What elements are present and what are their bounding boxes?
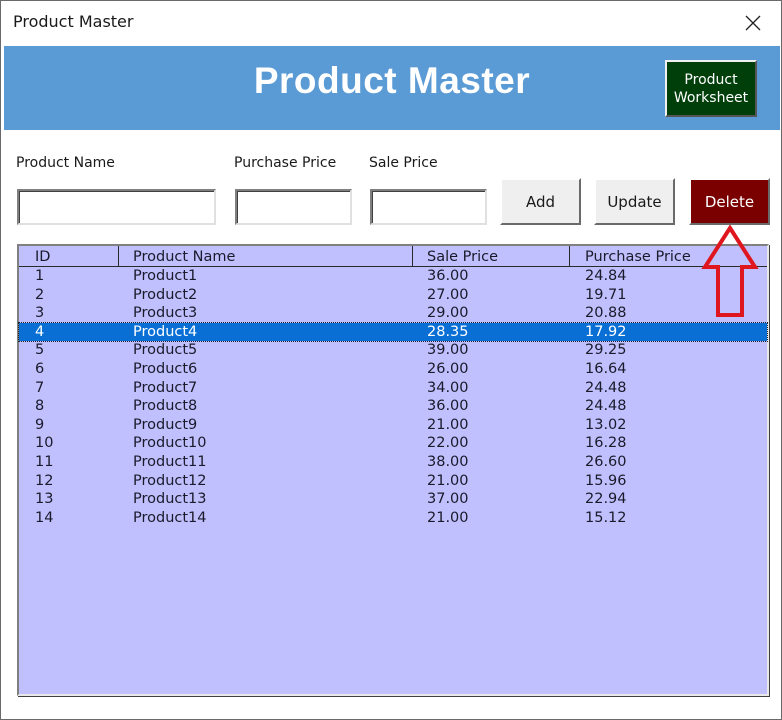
cell-id: 5: [35, 342, 45, 359]
cell-purchase-price: 13.02: [585, 416, 627, 433]
cell-purchase-price: 17.92: [585, 323, 627, 340]
cell-sale-price: 37.00: [427, 491, 469, 508]
cell-sale-price: 38.00: [427, 453, 469, 470]
cell-id: 9: [35, 416, 45, 433]
column-divider: [569, 246, 570, 267]
cell-sale-price: 36.00: [427, 398, 469, 415]
cell-product-name: Product14: [133, 509, 207, 526]
cell-product-name: Product8: [133, 398, 198, 415]
cell-product-name: Product1: [133, 268, 198, 284]
page-heading: Product Master: [253, 60, 531, 101]
cell-purchase-price: 22.94: [585, 491, 627, 508]
list-row[interactable]: 12 Product12 21.00 15.96: [19, 472, 767, 491]
cell-purchase-price: 29.25: [585, 342, 627, 359]
cell-product-name: Product6: [133, 360, 198, 377]
list-row[interactable]: 2 Product2 27.00 19.71: [19, 286, 767, 305]
product-listbox[interactable]: ID Product Name Sale Price Purchase Pric…: [17, 244, 769, 696]
cell-purchase-price: 15.96: [585, 472, 627, 489]
cell-id: 7: [35, 379, 45, 396]
cell-purchase-price: 19.71: [585, 286, 627, 303]
list-header: ID Product Name Sale Price Purchase Pric…: [19, 246, 767, 267]
column-header-sale-price[interactable]: Sale Price: [427, 248, 498, 266]
list-row-selected[interactable]: 4 Product4 28.35 17.92: [18, 321, 768, 343]
cell-sale-price: 29.00: [427, 305, 469, 322]
cell-sale-price: 36.00: [427, 268, 469, 284]
cell-purchase-price: 16.64: [585, 360, 627, 377]
list-row[interactable]: 8 Product8 36.00 24.48: [19, 397, 767, 416]
list-row[interactable]: 10 Product10 22.00 16.28: [19, 434, 767, 453]
cell-product-name: Product2: [133, 286, 198, 303]
cell-sale-price: 39.00: [427, 342, 469, 359]
add-button[interactable]: Add: [500, 178, 581, 225]
cell-id: 14: [35, 509, 54, 526]
list-row[interactable]: 6 Product6 26.00 16.64: [19, 360, 767, 379]
sale-price-input[interactable]: [370, 189, 487, 225]
cell-purchase-price: 24.84: [585, 268, 627, 284]
cell-id: 4: [35, 323, 45, 340]
product-worksheet-button[interactable]: Product Worksheet: [665, 60, 757, 117]
column-divider: [118, 246, 119, 267]
list-row[interactable]: 3 Product3 29.00 20.88: [19, 304, 767, 323]
cell-product-name: Product3: [133, 305, 198, 322]
cell-sale-price: 28.35: [427, 323, 469, 340]
purchase-price-input[interactable]: [235, 189, 352, 225]
close-icon: [745, 15, 761, 31]
cell-product-name: Product4: [133, 323, 198, 340]
cell-purchase-price: 24.48: [585, 379, 627, 396]
cell-purchase-price: 15.12: [585, 509, 627, 526]
column-header-purchase-price[interactable]: Purchase Price: [585, 248, 691, 266]
cell-product-name: Product12: [133, 472, 207, 489]
cell-product-name: Product11: [133, 453, 207, 470]
column-header-id[interactable]: ID: [35, 248, 50, 266]
cell-product-name: Product10: [133, 435, 207, 452]
list-row[interactable]: 1 Product1 36.00 24.84: [19, 267, 767, 286]
cell-sale-price: 34.00: [427, 379, 469, 396]
worksheet-button-line2: Worksheet: [673, 89, 749, 106]
cell-sale-price: 22.00: [427, 435, 469, 452]
list-row[interactable]: 5 Product5 39.00 29.25: [19, 341, 767, 360]
header-banner: Product Master Product Worksheet: [4, 46, 780, 130]
list-row[interactable]: 9 Product9 21.00 13.02: [19, 416, 767, 435]
cell-id: 12: [35, 472, 54, 489]
cell-product-name: Product5: [133, 342, 198, 359]
cell-id: 8: [35, 398, 45, 415]
product-name-label: Product Name: [16, 155, 115, 171]
list-row[interactable]: 14 Product14 21.00 15.12: [19, 509, 767, 528]
sale-price-label: Sale Price: [369, 155, 438, 171]
cell-id: 13: [35, 491, 54, 508]
cell-purchase-price: 26.60: [585, 453, 627, 470]
cell-sale-price: 21.00: [427, 416, 469, 433]
cell-product-name: Product7: [133, 379, 198, 396]
cell-purchase-price: 16.28: [585, 435, 627, 452]
update-button[interactable]: Update: [594, 178, 675, 225]
window-title: Product Master: [13, 12, 134, 31]
purchase-price-label: Purchase Price: [234, 155, 337, 171]
cell-sale-price: 27.00: [427, 286, 469, 303]
cell-purchase-price: 24.48: [585, 398, 627, 415]
cell-sale-price: 26.00: [427, 360, 469, 377]
product-name-input[interactable]: [17, 189, 216, 225]
cell-sale-price: 21.00: [427, 509, 469, 526]
column-divider: [412, 246, 413, 267]
list-rows: 1 Product1 36.00 24.84 2 Product2 27.00 19.71 3 P…: [18, 267, 768, 528]
close-button[interactable]: [735, 7, 771, 39]
list-row[interactable]: 11 Product11 38.00 26.60: [19, 453, 767, 472]
cell-id: 1: [35, 268, 45, 284]
cell-purchase-price: 20.88: [585, 305, 627, 322]
cell-id: 10: [35, 435, 54, 452]
list-row[interactable]: 13 Product13 37.00 22.94: [19, 490, 767, 509]
list-row[interactable]: 7 Product7 34.00 24.48: [19, 379, 767, 398]
cell-product-name: Product9: [133, 416, 198, 433]
cell-sale-price: 21.00: [427, 472, 469, 489]
cell-id: 3: [35, 305, 45, 322]
column-header-product-name[interactable]: Product Name: [133, 248, 235, 266]
cell-id: 2: [35, 286, 45, 303]
cell-id: 11: [35, 453, 54, 470]
product-master-window: Product Master Product Master Product Wo…: [0, 0, 782, 720]
worksheet-button-line1: Product: [684, 71, 738, 88]
delete-button[interactable]: Delete: [689, 178, 770, 225]
title-bar: Product Master: [1, 1, 781, 45]
cell-id: 6: [35, 360, 45, 377]
cell-product-name: Product13: [133, 491, 207, 508]
